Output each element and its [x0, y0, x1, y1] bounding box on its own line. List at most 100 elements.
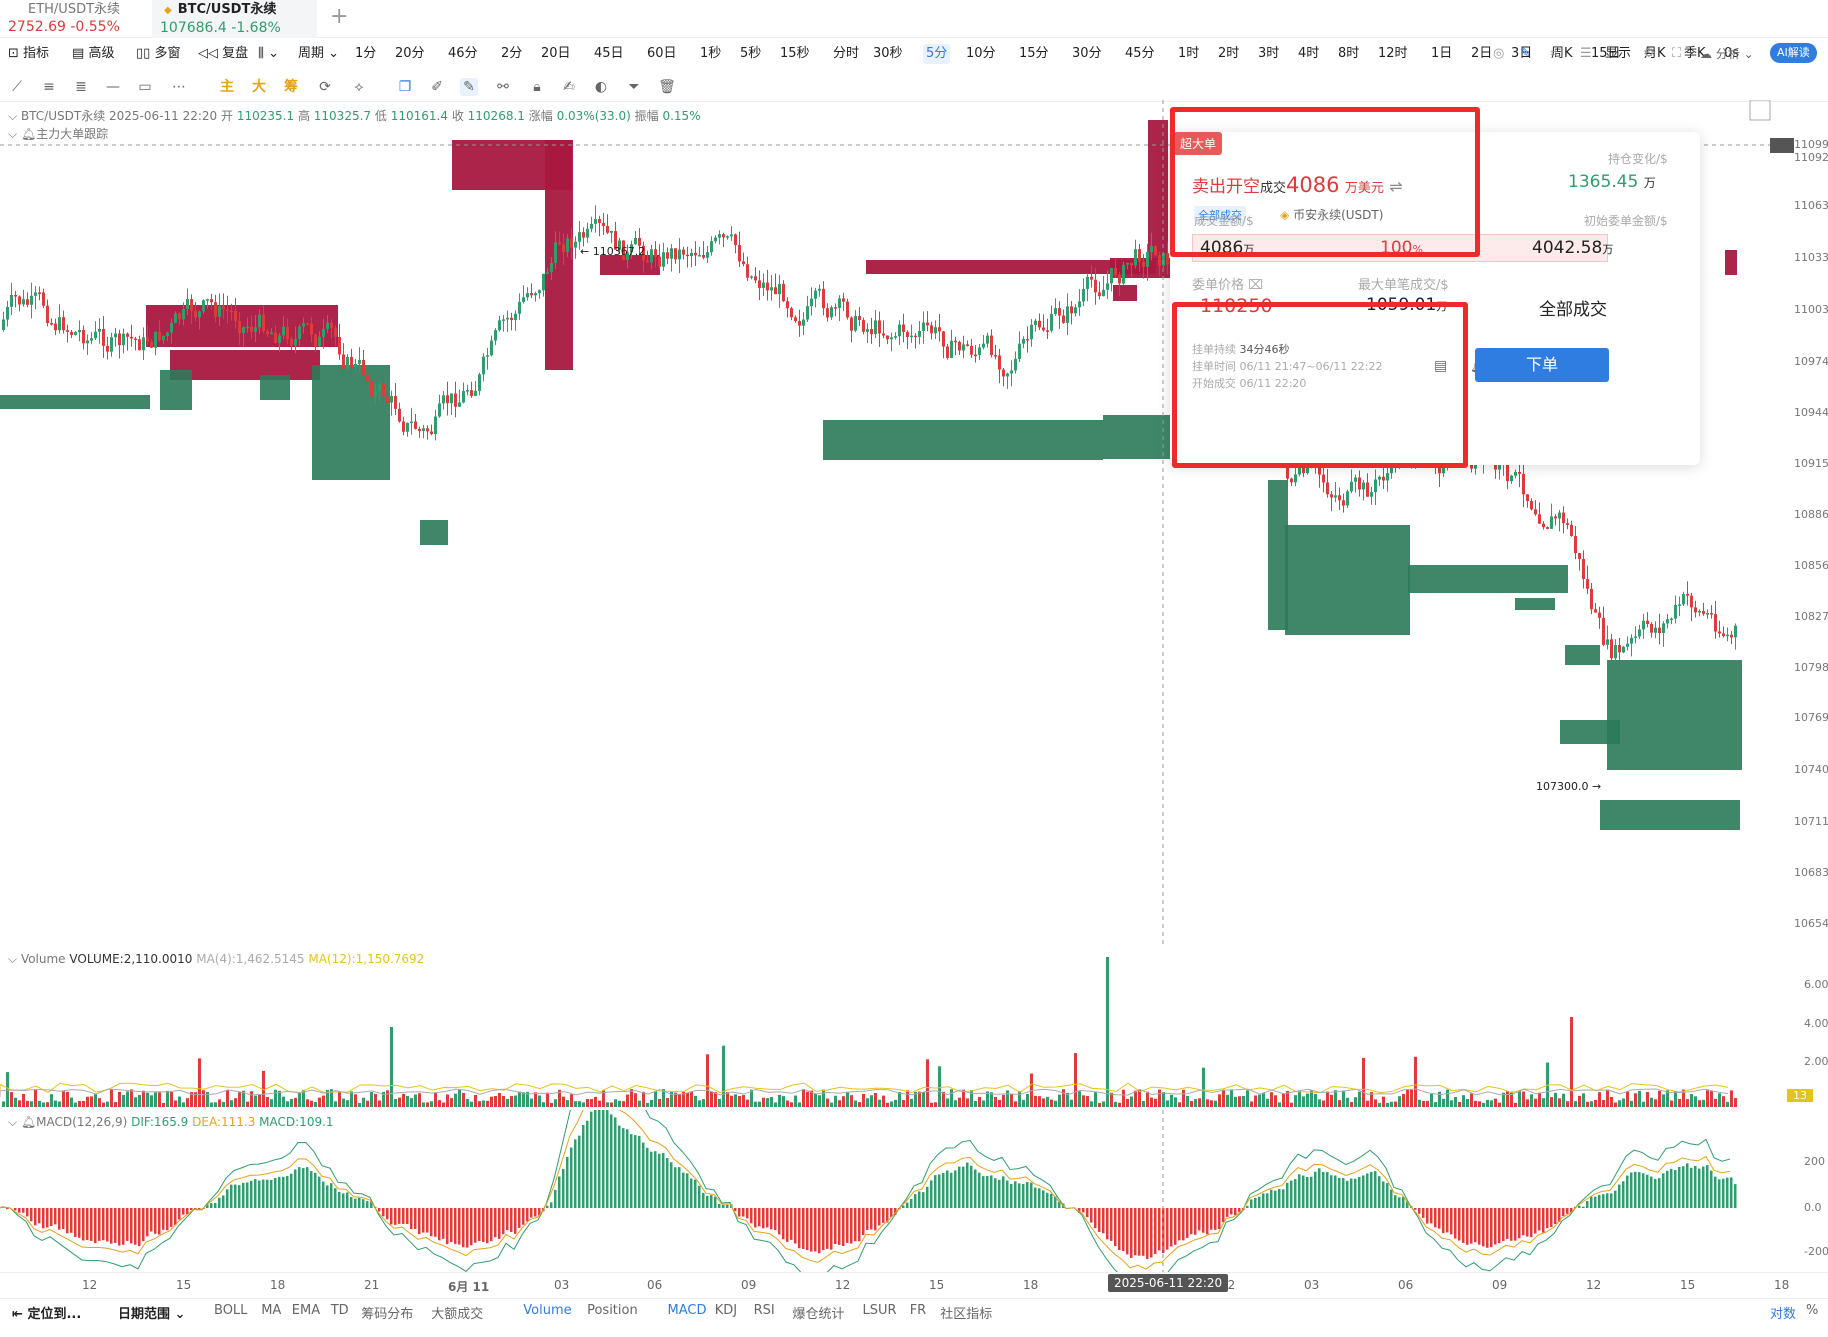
period-option[interactable]: 12时	[1375, 44, 1411, 64]
measure-icon[interactable]: ⟡	[350, 78, 368, 96]
indicator-option[interactable]: RSI	[754, 1303, 775, 1318]
candle-body	[94, 331, 97, 339]
filter-icon[interactable]: ⏷	[625, 78, 643, 96]
period-option[interactable]: 45分	[1122, 44, 1158, 64]
period-option[interactable]: 1秒	[697, 44, 724, 64]
line-tool-icon[interactable]: ⟋	[8, 78, 26, 96]
pen-icon[interactable]: ✎	[1520, 44, 1531, 64]
volume-bar	[642, 1091, 645, 1107]
period-option[interactable]: 8时	[1335, 44, 1362, 64]
indicator-option[interactable]: Volume	[523, 1303, 571, 1318]
period-option[interactable]: 46分	[445, 44, 481, 64]
chart-type-button[interactable]: ⫼ ⌄	[258, 44, 279, 64]
analysis-button[interactable]: ☁ 分析 ⌄	[1700, 44, 1754, 64]
indicator-option[interactable]: 筹码分布	[361, 1303, 413, 1322]
advanced-button[interactable]: ▤ 高级	[72, 44, 114, 64]
add-tab-icon[interactable]: +	[330, 4, 348, 29]
macd-histogram-bar	[438, 1208, 441, 1241]
candle-body	[1046, 330, 1049, 332]
horizontal-line-icon[interactable]: —	[104, 78, 122, 96]
display-button[interactable]: 显示	[1605, 44, 1631, 64]
period-option[interactable]: 2日	[1468, 44, 1495, 64]
indicator-option[interactable]: 社区指标	[940, 1303, 992, 1322]
candle-body	[2, 319, 5, 330]
indicator-option[interactable]: Position	[587, 1303, 638, 1318]
period-option[interactable]: 15秒	[777, 44, 813, 64]
period-option[interactable]: 60日	[644, 44, 680, 64]
macd-histogram-bar	[926, 1186, 929, 1208]
macd-histogram-bar	[338, 1191, 341, 1208]
indicator-option[interactable]: TD	[331, 1303, 349, 1318]
volume-bar	[766, 1098, 769, 1107]
period-option[interactable]: 3时	[1255, 44, 1282, 64]
period-option[interactable]: 4时	[1295, 44, 1322, 64]
candle-body	[370, 381, 373, 397]
indicator-option[interactable]: EMA	[292, 1303, 320, 1318]
list-icon[interactable]: ☰	[1580, 44, 1592, 64]
tab-btc[interactable]: ◆ BTC/USDT永续 107686.4 -1.68%	[152, 0, 317, 38]
rectangle-tool-icon[interactable]: ▭	[136, 78, 154, 96]
hide-icon[interactable]: ◐	[592, 78, 610, 96]
candle-body	[970, 345, 973, 355]
period-option[interactable]: 5分	[923, 44, 951, 64]
note-icon[interactable]: ✍	[560, 78, 578, 96]
macd-histogram-bar	[1394, 1195, 1397, 1208]
indicator-option[interactable]: KDJ	[715, 1303, 737, 1318]
indicator-option[interactable]: FR	[910, 1303, 927, 1318]
tab-eth[interactable]: ETH/USDT永续 2752.69 -0.55%	[0, 0, 150, 38]
percent-scale-button[interactable]: %	[1806, 1303, 1818, 1318]
channel-tool-icon[interactable]: ≡	[40, 78, 58, 96]
period-option[interactable]: 30分	[1069, 44, 1105, 64]
place-order-button[interactable]: 下单	[1475, 348, 1609, 382]
period-option[interactable]: 分时	[830, 44, 862, 64]
draw-mode-icon[interactable]: ✎	[460, 78, 478, 96]
period-option[interactable]: 2分	[498, 44, 525, 64]
volume-bar	[998, 1099, 1001, 1107]
lock-icon[interactable]: 🔒︎	[528, 78, 546, 96]
candle-body	[310, 323, 313, 335]
period-option[interactable]: 20日	[538, 44, 574, 64]
replay-button[interactable]: ◁◁ 复盘	[198, 44, 248, 64]
indicator-option[interactable]: BOLL	[214, 1303, 247, 1318]
indicators-button[interactable]: ⊡ 指标	[8, 44, 49, 64]
period-option[interactable]: 45日	[591, 44, 627, 64]
more-tools-icon[interactable]: ⋯	[170, 78, 188, 96]
camera-icon[interactable]: ◎	[1493, 44, 1504, 64]
period-option[interactable]: 20分	[392, 44, 428, 64]
multi-window-button[interactable]: ▯▯ 多窗	[136, 44, 180, 64]
indicator-option[interactable]: MACD	[668, 1303, 707, 1318]
period-option[interactable]: 15分	[1016, 44, 1052, 64]
period-option[interactable]: 1分	[352, 44, 379, 64]
period-option[interactable]: 1时	[1175, 44, 1202, 64]
date-range-button[interactable]: 日期范围 ⌄	[118, 1303, 185, 1322]
ruler-icon[interactable]: ✐	[428, 78, 446, 96]
main-force-toggle[interactable]: 主	[218, 78, 236, 96]
period-option[interactable]: 2时	[1215, 44, 1242, 64]
crop-icon[interactable]: ⌗	[1550, 44, 1557, 64]
period-option[interactable]: 5秒	[737, 44, 764, 64]
ai-analysis-button[interactable]: AI解读	[1770, 43, 1817, 63]
settings-icon[interactable]: ⚙	[1643, 44, 1655, 64]
big-order-toggle[interactable]: 大	[250, 78, 268, 96]
period-option[interactable]: 1日	[1428, 44, 1455, 64]
period-option[interactable]: 10分	[963, 44, 999, 64]
indicator-option[interactable]: LSUR	[863, 1303, 897, 1318]
candle-body	[974, 354, 977, 357]
copy-icon[interactable]: ❐	[396, 78, 414, 96]
time-axis-label: 15	[176, 1278, 192, 1292]
magnet-icon[interactable]: ⚯	[494, 78, 512, 96]
indicator-option[interactable]: 爆仓统计	[793, 1303, 845, 1322]
locate-button[interactable]: ⇤ 定位到...	[12, 1303, 81, 1322]
macd-histogram-bar	[350, 1197, 353, 1208]
parallel-tool-icon[interactable]: ≣	[72, 78, 90, 96]
sync-icon[interactable]: ⟳	[316, 78, 334, 96]
fullscreen-icon[interactable]: ⛶	[1672, 44, 1681, 64]
trash-icon[interactable]: 🗑︎	[658, 78, 676, 96]
period-option[interactable]: 30秒	[870, 44, 906, 64]
indicator-option[interactable]: MA	[261, 1303, 281, 1318]
indicator-option[interactable]: 大额成交	[431, 1303, 483, 1322]
log-scale-button[interactable]: 对数	[1770, 1303, 1796, 1322]
chips-toggle[interactable]: 筹	[282, 78, 300, 96]
period-button[interactable]: 周期 ⌄	[298, 44, 339, 64]
time-axis-label: 18	[270, 1278, 286, 1292]
